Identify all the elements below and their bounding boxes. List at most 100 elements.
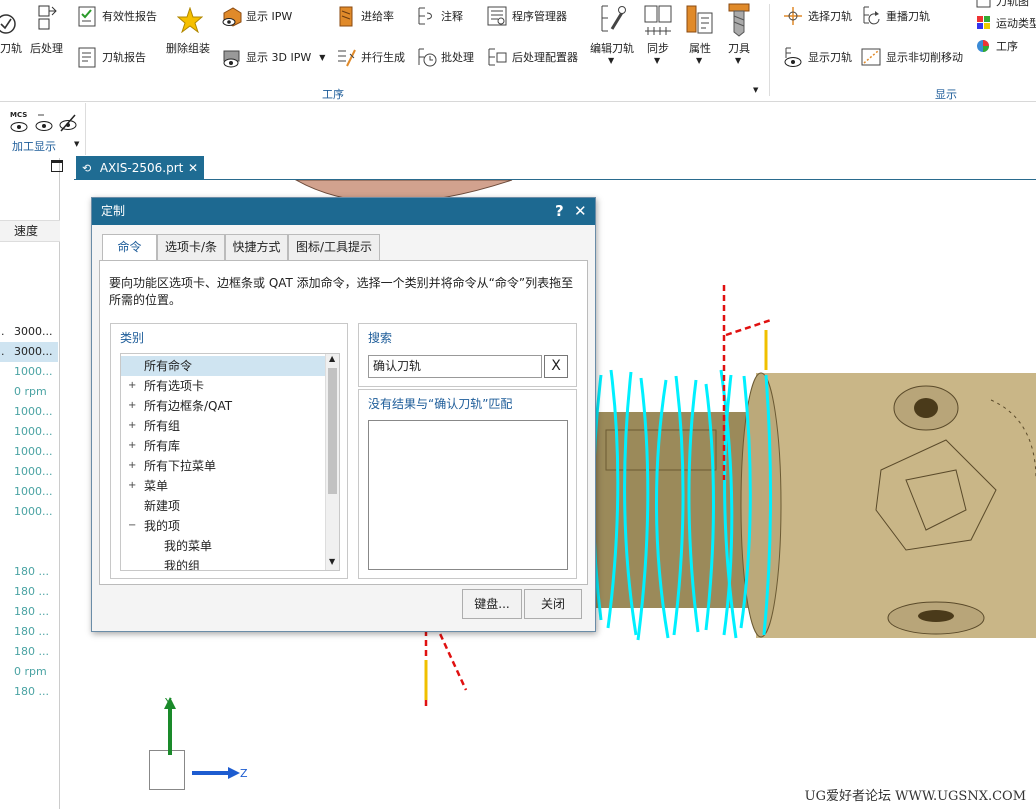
category-tree-item[interactable]: + 所有下拉菜单 <box>121 456 331 476</box>
speed-cell[interactable]: 0 rpm <box>0 382 58 402</box>
speed-cell[interactable]: 1000... <box>0 402 58 422</box>
edit-toolpath-button[interactable]: 编辑刀轨 ▼ <box>588 0 636 68</box>
chevron-down-icon[interactable]: ▼ <box>74 140 79 148</box>
replay-toolpath-label: 重播刀轨 <box>886 10 930 23</box>
speed-cell[interactable]: 3000.... <box>0 342 58 362</box>
scroll-thumb[interactable] <box>328 368 337 494</box>
tab-icons-tooltips[interactable]: 图标/工具提示 <box>288 234 380 260</box>
show-toolpath-button[interactable]: 显示刀轨 <box>782 46 852 68</box>
batch-button[interactable]: 批处理 <box>415 46 474 68</box>
postprocessor-config-button[interactable]: 后处理配置器 <box>486 46 578 68</box>
scroll-up-icon[interactable]: ▲ <box>329 354 335 363</box>
speed-cell[interactable] <box>0 542 58 562</box>
tree-scrollbar[interactable]: ▲ ▼ <box>325 354 339 570</box>
speed-cell[interactable]: 0 rpm <box>0 662 58 682</box>
file-tab-close-icon[interactable]: ✕ <box>188 156 198 180</box>
tree-expander-icon[interactable]: + <box>128 436 136 456</box>
postprocess-button[interactable]: 后处理 <box>30 0 66 60</box>
tab-commands[interactable]: 命令 <box>102 234 157 261</box>
speed-cell[interactable]: 1000... <box>0 362 58 382</box>
speed-cell[interactable]: 1000... <box>0 422 58 442</box>
chevron-down-icon[interactable]: ▼ <box>654 56 660 65</box>
dialog-close-icon[interactable]: ✕ <box>574 198 587 225</box>
show-noncut-move-button[interactable]: 显示非切削移动 <box>860 46 963 68</box>
ribbon: 刀轨 后处理 有效性报告 刀轨报告 删除组装 显示 IPW 显示 3D IPW … <box>0 0 1036 102</box>
annotation-button[interactable]: 注释 <box>415 5 463 27</box>
no-result-label: 没有结果与“确认刀轨”匹配 <box>368 397 513 411</box>
annotation-icon <box>418 7 432 25</box>
speed-column-header[interactable]: 速度 <box>0 220 60 242</box>
category-tree-item[interactable]: + 所有组 <box>121 416 331 436</box>
tab-tabs-bars[interactable]: 选项卡/条 <box>157 234 225 260</box>
category-tree-item[interactable]: + 所有选项卡 <box>121 376 331 396</box>
eye-icon[interactable] <box>35 113 53 133</box>
properties-label: 属性 <box>689 42 711 55</box>
speed-cell[interactable]: 180 ... <box>0 682 58 702</box>
category-tree-item[interactable]: 我的组 <box>121 556 331 570</box>
category-tree[interactable]: 所有命令 + 所有选项卡 + 所有边框条/QAT + 所有组 + 所有库 + 所有下拉菜单 + 菜单 新建… <box>120 353 340 571</box>
category-tree-item[interactable]: 所有命令 <box>121 356 331 376</box>
report-icon <box>78 47 96 68</box>
speed-cell[interactable] <box>0 522 58 542</box>
show-3d-ipw-button[interactable]: 显示 3D IPW ▼ <box>220 46 325 68</box>
search-input[interactable]: 确认刀轨 <box>368 355 542 378</box>
category-tree-item[interactable]: + 菜单 <box>121 476 331 496</box>
chevron-down-icon[interactable]: ▼ <box>735 56 741 65</box>
chevron-down-icon[interactable]: ▼ <box>319 53 325 62</box>
tree-expander-icon[interactable]: + <box>128 376 136 396</box>
program-manager-button[interactable]: 程序管理器 <box>486 5 567 27</box>
speed-cell[interactable]: 180 ... <box>0 562 58 582</box>
speed-cell[interactable]: 180 ... <box>0 622 58 642</box>
command-list[interactable] <box>368 420 568 570</box>
speed-cell[interactable]: 1000... <box>0 502 58 522</box>
maximize-icon[interactable] <box>51 160 63 172</box>
category-tree-item[interactable]: 新建项 <box>121 496 331 516</box>
tree-expander-icon[interactable]: + <box>128 396 136 416</box>
speed-cell[interactable]: 1000... <box>0 442 58 462</box>
show-ipw-button[interactable]: 显示 IPW <box>220 5 292 27</box>
group-expand-icon[interactable]: ▼ <box>753 86 758 94</box>
help-icon[interactable]: ? <box>555 198 564 225</box>
chevron-down-icon[interactable]: ▼ <box>608 56 614 65</box>
toolpath-report-button[interactable]: 刀轨报告 <box>76 46 146 68</box>
select-toolpath-button[interactable]: 选择刀轨 <box>782 5 852 27</box>
speed-cell[interactable]: 180 ... <box>0 602 58 622</box>
replay-toolpath-button[interactable]: 重播刀轨 <box>860 5 930 27</box>
speed-cell[interactable]: 1000... <box>0 462 58 482</box>
keyboard-button[interactable]: 键盘... <box>462 589 522 619</box>
speed-cell[interactable]: 180 ... <box>0 642 58 662</box>
category-tree-item[interactable]: − 我的项 <box>121 516 331 536</box>
speed-cell[interactable]: 1000... <box>0 482 58 502</box>
delete-group-button[interactable]: 删除组装 <box>166 0 214 60</box>
operation-color-button[interactable]: 工序 <box>976 38 1018 54</box>
file-tab-strip <box>74 156 1036 180</box>
tab-shortcuts[interactable]: 快捷方式 <box>225 234 288 260</box>
dialog-title-bar[interactable]: 定制 ? ✕ <box>92 198 595 225</box>
category-tree-item[interactable]: 我的菜单 <box>121 536 331 556</box>
parallel-generate-button[interactable]: 并行生成 <box>335 46 405 68</box>
tree-expander-icon[interactable]: − <box>128 516 136 536</box>
file-tab[interactable]: ⟲ AXIS-2506.prt ✕ <box>76 156 204 180</box>
hide-eye-icon[interactable] <box>58 113 78 133</box>
toolpath-graph-button[interactable]: 刀轨图 <box>976 0 1029 9</box>
close-button[interactable]: 关闭 <box>524 589 582 619</box>
category-tree-item[interactable]: + 所有库 <box>121 436 331 456</box>
search-label: 搜索 <box>368 331 393 345</box>
feedrate-button[interactable]: 进给率 <box>335 5 394 27</box>
sync-button[interactable]: 同步 ▼ <box>638 0 678 68</box>
category-tree-item[interactable]: + 所有边框条/QAT <box>121 396 331 416</box>
tree-expander-icon[interactable]: + <box>128 476 136 496</box>
mcs-icon[interactable]: MCS <box>10 111 28 133</box>
tree-expander-icon[interactable]: + <box>128 416 136 436</box>
chevron-down-icon[interactable]: ▼ <box>696 56 702 65</box>
speed-cell[interactable]: 180 ... <box>0 582 58 602</box>
properties-button[interactable]: 属性 ▼ <box>680 0 720 68</box>
motion-type-button[interactable]: 运动类型 <box>976 15 1036 31</box>
search-clear-button[interactable]: X <box>544 355 568 378</box>
toolpath-button[interactable]: 刀轨 <box>0 0 26 60</box>
tree-expander-icon[interactable]: + <box>128 456 136 476</box>
scroll-down-icon[interactable]: ▼ <box>329 557 335 566</box>
speed-cell[interactable]: 3000.... <box>0 322 58 342</box>
tool-button[interactable]: 刀具 ▼ <box>722 0 756 68</box>
validity-report-button[interactable]: 有效性报告 <box>76 5 157 27</box>
